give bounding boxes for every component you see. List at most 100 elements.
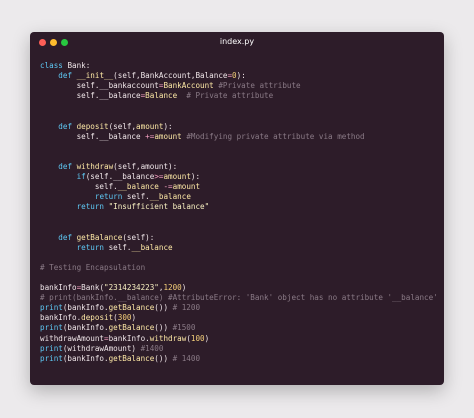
code-comment: #1400 xyxy=(140,343,164,353)
code-area[interactable]: class Bank: def __init__(self,BankAccoun… xyxy=(40,61,438,364)
code-identifier: __init__ xyxy=(76,71,114,81)
code-keyword: def xyxy=(58,71,77,81)
code-line: bankInfo=Bank("2314234223",1200) xyxy=(40,283,438,293)
code-keyword: return xyxy=(76,242,109,252)
code-keyword: def xyxy=(58,232,77,242)
code-text: (bankInfo. xyxy=(62,323,109,333)
code-text: Bank( xyxy=(81,283,105,293)
code-line: def withdraw(self,amount): xyxy=(40,162,438,172)
code-text: (self, xyxy=(108,121,137,131)
code-line: return "Insufficient balance" xyxy=(40,202,438,212)
code-text: ) xyxy=(181,283,187,293)
code-comment: # print(bankInfo.__balance) #AttributeEr… xyxy=(40,293,438,303)
code-keyword: def xyxy=(58,121,77,131)
code-text: self. xyxy=(108,242,132,252)
code-text: (self): xyxy=(122,232,155,242)
code-comment: # 1400 xyxy=(172,353,201,363)
code-line: print(bankInfo.getBalance()) # 1200 xyxy=(40,303,438,313)
code-identifier: getBalance xyxy=(108,353,155,363)
code-line: print(withdrawAmount) #1400 xyxy=(40,344,438,354)
code-text: self.__balance xyxy=(40,91,141,101)
code-string: "2314234223" xyxy=(104,283,159,293)
code-line: def __init__(self,BankAccount,Balance=0)… xyxy=(40,71,438,81)
code-text: bankInfo xyxy=(40,283,77,293)
code-keyword: print xyxy=(40,323,63,333)
code-text: (self,amount): xyxy=(113,161,178,171)
code-keyword: def xyxy=(58,161,77,171)
code-keyword: if xyxy=(76,172,86,182)
code-text: (bankInfo. xyxy=(62,303,109,313)
code-identifier: __balance xyxy=(131,242,173,252)
code-keyword: return xyxy=(76,202,109,212)
code-comment: #1500 xyxy=(172,323,196,333)
code-text: self.__balance xyxy=(40,131,146,141)
code-line: def getBalance(self): xyxy=(40,233,438,243)
code-line: self.__balance +=amount #Modifying priva… xyxy=(40,132,438,142)
code-identifier: amount xyxy=(154,131,182,141)
code-identifier: deposit xyxy=(76,121,109,131)
code-operator: -= xyxy=(163,182,173,192)
code-line: print(bankInfo.getBalance()) #1500 xyxy=(40,323,438,333)
code-text: self. xyxy=(126,192,150,202)
code-text: (self,BankAccount,Balance xyxy=(113,71,228,81)
code-keyword: return xyxy=(94,192,127,202)
code-text: (self.__balance xyxy=(85,172,155,182)
code-text: ()) xyxy=(154,353,173,363)
code-identifier: __balance xyxy=(117,182,159,192)
code-text: ): xyxy=(190,172,201,182)
code-line: self.__balance=Balance # Private attribu… xyxy=(40,91,438,101)
code-line: class Bank: xyxy=(40,61,438,71)
code-identifier: deposit xyxy=(81,313,114,323)
code-comment: # 1200 xyxy=(172,303,201,313)
code-line: return self.__balance xyxy=(40,192,438,202)
code-operator: += xyxy=(145,131,155,141)
code-text: bankInfo. xyxy=(40,313,82,323)
code-line: # print(bankInfo.__balance) #AttributeEr… xyxy=(40,293,438,303)
code-text: Bank: xyxy=(67,61,91,70)
code-keyword: print xyxy=(40,353,63,363)
code-line: bankInfo.deposit(300) xyxy=(40,313,438,323)
code-text: (withdrawAmount) xyxy=(62,343,141,353)
code-comment: #Private attribute xyxy=(213,81,301,91)
code-string: "Insufficient balance" xyxy=(108,202,210,212)
code-comment: # Private attribute xyxy=(177,91,274,101)
code-text: ()) xyxy=(154,323,173,333)
code-editor-window: index.py class Bank: def __init__(self,B… xyxy=(30,32,444,385)
window-title: index.py xyxy=(219,37,255,46)
code-keyword: class xyxy=(40,61,68,70)
code-text: (bankInfo. xyxy=(62,353,109,363)
code-identifier: amount xyxy=(172,182,201,192)
code-number: 1200 xyxy=(163,283,182,293)
code-identifier: getBalance xyxy=(76,232,123,242)
code-comment: #Modifying private attribute via method xyxy=(181,131,365,141)
code-keyword: print xyxy=(40,303,63,313)
code-number: 100 xyxy=(190,333,205,343)
code-identifier: amount xyxy=(136,121,164,131)
code-identifier: withdraw xyxy=(149,333,187,343)
code-text: ): xyxy=(236,71,246,81)
code-line: if(self.__balance>=amount): xyxy=(40,172,438,182)
code-line: withdrawAmount=bankInfo.withdraw(100) xyxy=(40,334,438,344)
code-keyword: print xyxy=(40,343,63,353)
code-text: self. xyxy=(40,182,118,192)
code-text: ) xyxy=(131,313,137,323)
code-line: # Testing Encapsulation xyxy=(40,263,438,273)
code-number: 300 xyxy=(117,313,132,323)
code-identifier: getBalance xyxy=(108,323,155,333)
code-line: self.__bankaccount=BankAccount #Private … xyxy=(40,81,438,91)
